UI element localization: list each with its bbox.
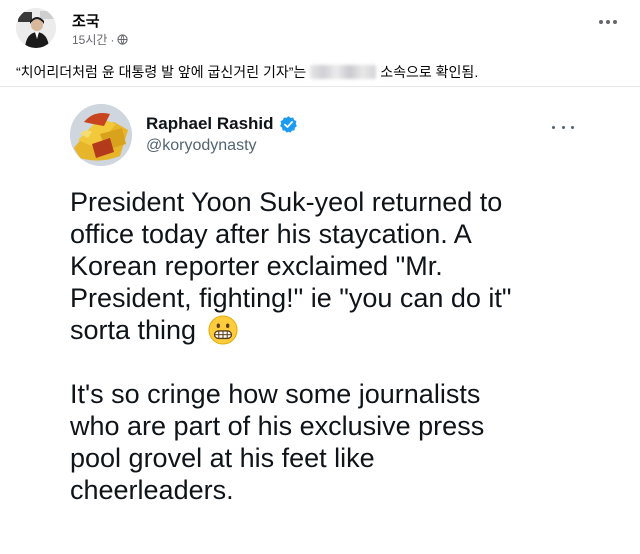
verified-badge-icon (279, 115, 297, 133)
post-timestamp[interactable]: 15시간 (72, 31, 107, 48)
tweet-line: office today after his staycation. A (70, 219, 472, 249)
tweet-author-avatar[interactable] (70, 104, 132, 166)
post-author-avatar[interactable] (16, 8, 56, 48)
post-author-name[interactable]: 조국 (72, 10, 100, 31)
tweet-line: President Yoon Suk-yeol returned to (70, 187, 503, 217)
meta-separator: · (110, 32, 115, 47)
tweet-display-name[interactable]: Raphael Rashid (146, 114, 274, 134)
post-header: 조국 15시간 · (14, 8, 626, 52)
post-caption: “치어리더처럼 윤 대통령 발 앞에 굽신거린 기자”는 소속으로 확인됨. (16, 62, 626, 82)
tweet-author-name[interactable]: Raphael Rashid (146, 114, 298, 134)
tweet-handle[interactable]: @koryodynasty (146, 137, 257, 155)
tweet-line: It's so cringe how some journalists (70, 379, 481, 409)
grimacing-face-emoji-icon (208, 315, 238, 345)
profile-photo-icon (16, 8, 56, 48)
tweet-line-text: sorta thing (70, 315, 197, 345)
more-horizontal-icon (552, 125, 555, 129)
tweet-line: who are part of his exclusive press (70, 411, 485, 441)
tweet-more-options-button[interactable] (552, 122, 574, 132)
tweet-line: Korean reporter exclaimed "Mr. (70, 251, 443, 281)
more-horizontal-icon (599, 20, 603, 24)
globe-icon[interactable] (117, 34, 129, 45)
blurred-organization-name (310, 65, 377, 79)
profile-photo-icon (70, 104, 132, 166)
embedded-tweet[interactable]: Raphael Rashid @koryodynasty President Y… (0, 96, 640, 554)
tweet-line: pool grovel at his feet like (70, 443, 375, 473)
caption-text-after: 소속으로 확인됨. (380, 64, 479, 80)
tweet-text: President Yoon Suk-yeol returned to offi… (70, 186, 630, 506)
post-meta: 15시간 · (72, 31, 129, 48)
divider (0, 86, 640, 87)
tweet-line-last: sorta thing (70, 314, 630, 346)
tweet-line: President, fighting!" ie "you can do it" (70, 283, 512, 313)
caption-text-before: “치어리더처럼 윤 대통령 발 앞에 굽신거린 기자”는 (16, 64, 307, 80)
post-more-options-button[interactable] (594, 12, 622, 32)
tweet-line: cheerleaders. (70, 475, 234, 505)
